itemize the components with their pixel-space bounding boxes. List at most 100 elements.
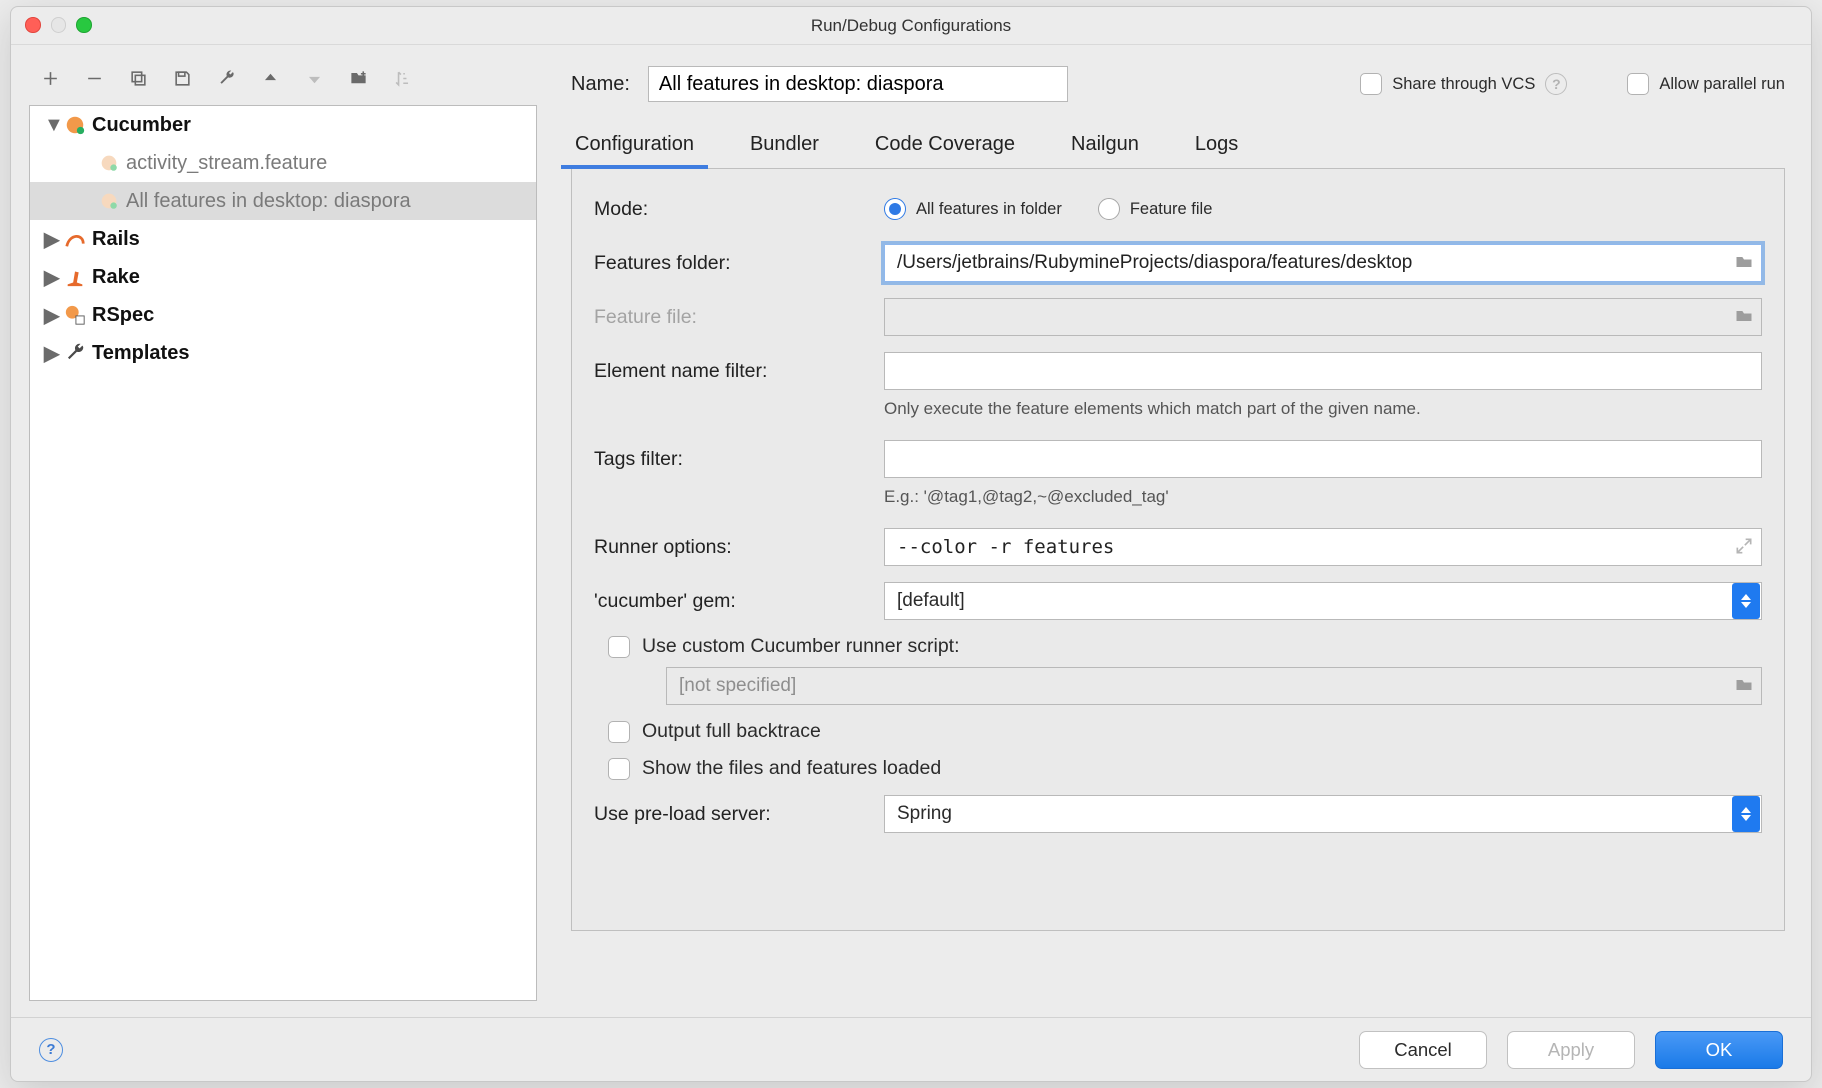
titlebar: Run/Debug Configurations bbox=[11, 7, 1811, 45]
move-down-icon[interactable] bbox=[303, 67, 325, 89]
features-folder-label: Features folder: bbox=[594, 252, 884, 275]
right-panel: Name: Share through VCS ? Allow parallel… bbox=[547, 45, 1811, 1017]
tab-bar: Configuration Bundler Code Coverage Nail… bbox=[571, 127, 1785, 169]
tree-node-rake[interactable]: ▶ Rake bbox=[30, 258, 536, 296]
tree-label: activity_stream.feature bbox=[126, 152, 327, 175]
select-arrows-icon bbox=[1732, 583, 1760, 619]
vertical-scrollbar[interactable] bbox=[1789, 99, 1807, 1007]
tab-bundler[interactable]: Bundler bbox=[746, 127, 823, 168]
chevron-right-icon: ▶ bbox=[44, 303, 58, 328]
select-arrows-icon bbox=[1732, 796, 1760, 832]
chevron-right-icon: ▶ bbox=[44, 265, 58, 290]
tree-node-cucumber[interactable]: ▼ Cucumber bbox=[30, 106, 536, 144]
share-vcs-label: Share through VCS bbox=[1392, 75, 1535, 94]
tree-node-rspec[interactable]: ▶ RSpec bbox=[30, 296, 536, 334]
wrench-icon bbox=[64, 342, 86, 364]
allow-parallel-checkbox[interactable]: Allow parallel run bbox=[1627, 73, 1785, 95]
config-tree[interactable]: ▼ Cucumber activity_stream.feature All f… bbox=[29, 105, 537, 1001]
feature-file-label: Feature file: bbox=[594, 306, 884, 329]
copy-icon[interactable] bbox=[127, 67, 149, 89]
output-backtrace-checkbox[interactable]: Output full backtrace bbox=[608, 720, 1762, 743]
tags-filter-label: Tags filter: bbox=[594, 448, 884, 471]
help-button[interactable]: ? bbox=[39, 1038, 63, 1062]
sort-icon[interactable] bbox=[391, 67, 413, 89]
browse-folder-icon[interactable] bbox=[1734, 252, 1754, 277]
apply-button[interactable]: Apply bbox=[1507, 1031, 1635, 1069]
save-icon[interactable] bbox=[171, 67, 193, 89]
checkbox-label: Use custom Cucumber runner script: bbox=[642, 635, 960, 658]
runner-options-label: Runner options: bbox=[594, 536, 884, 559]
browse-folder-icon bbox=[1734, 675, 1754, 700]
checkbox-label: Output full backtrace bbox=[642, 720, 821, 743]
traffic-lights bbox=[25, 17, 92, 33]
cancel-button[interactable]: Cancel bbox=[1359, 1031, 1487, 1069]
close-window-button[interactable] bbox=[25, 17, 41, 33]
tree-node-feature-1[interactable]: activity_stream.feature bbox=[30, 144, 536, 182]
allow-parallel-label: Allow parallel run bbox=[1659, 75, 1785, 94]
add-icon[interactable] bbox=[39, 67, 61, 89]
configuration-name-input[interactable] bbox=[648, 66, 1068, 102]
checkbox-icon bbox=[1627, 73, 1649, 95]
tree-node-templates[interactable]: ▶ Templates bbox=[30, 334, 536, 372]
runner-options-input[interactable] bbox=[884, 528, 1762, 566]
tags-filter-input[interactable] bbox=[884, 440, 1762, 478]
cucumber-gem-select[interactable]: [default] bbox=[884, 582, 1762, 620]
tab-configuration[interactable]: Configuration bbox=[571, 127, 698, 168]
mode-feature-file-radio[interactable]: Feature file bbox=[1098, 198, 1213, 220]
chevron-down-icon: ▼ bbox=[44, 114, 58, 137]
share-vcs-checkbox[interactable]: Share through VCS ? bbox=[1360, 73, 1567, 95]
tree-label: Cucumber bbox=[92, 114, 191, 137]
radio-label: Feature file bbox=[1130, 200, 1213, 219]
folder-plus-icon[interactable] bbox=[347, 67, 369, 89]
zoom-window-button[interactable] bbox=[76, 17, 92, 33]
dialog-footer: ? Cancel Apply OK bbox=[11, 1017, 1811, 1081]
chevron-right-icon: ▶ bbox=[44, 341, 58, 366]
tab-nailgun[interactable]: Nailgun bbox=[1067, 127, 1143, 168]
checkbox-icon bbox=[608, 636, 630, 658]
help-icon[interactable]: ? bbox=[1545, 73, 1567, 95]
chevron-right-icon: ▶ bbox=[44, 227, 58, 252]
wrench-icon[interactable] bbox=[215, 67, 237, 89]
select-value: [default] bbox=[897, 590, 965, 612]
tree-label: RSpec bbox=[92, 304, 154, 327]
use-custom-runner-checkbox[interactable]: Use custom Cucumber runner script: bbox=[608, 635, 1762, 658]
minimize-window-button[interactable] bbox=[51, 17, 67, 33]
element-filter-label: Element name filter: bbox=[594, 360, 884, 383]
tree-label: Templates bbox=[92, 342, 189, 365]
move-up-icon[interactable] bbox=[259, 67, 281, 89]
expand-icon[interactable] bbox=[1734, 536, 1754, 561]
radio-on-icon bbox=[884, 198, 906, 220]
feature-file-input bbox=[884, 298, 1762, 336]
tree-label: Rails bbox=[92, 228, 140, 251]
radio-label: All features in folder bbox=[916, 200, 1062, 219]
left-panel: ▼ Cucumber activity_stream.feature All f… bbox=[11, 45, 547, 1017]
checkbox-icon bbox=[608, 758, 630, 780]
tab-logs[interactable]: Logs bbox=[1191, 127, 1242, 168]
ok-button[interactable]: OK bbox=[1655, 1031, 1783, 1069]
element-filter-hint: Only execute the feature elements which … bbox=[884, 399, 1762, 419]
name-label: Name: bbox=[571, 73, 630, 96]
features-folder-input[interactable] bbox=[884, 244, 1762, 282]
show-files-checkbox[interactable]: Show the files and features loaded bbox=[608, 757, 1762, 780]
tags-filter-hint: E.g.: '@tag1,@tag2,~@excluded_tag' bbox=[884, 487, 1762, 507]
preload-server-select[interactable]: Spring bbox=[884, 795, 1762, 833]
rake-icon bbox=[64, 266, 86, 288]
element-filter-input[interactable] bbox=[884, 352, 1762, 390]
remove-icon[interactable] bbox=[83, 67, 105, 89]
checkbox-icon bbox=[1360, 73, 1382, 95]
radio-off-icon bbox=[1098, 198, 1120, 220]
cucumber-file-icon bbox=[98, 152, 120, 174]
checkbox-icon bbox=[608, 721, 630, 743]
configs-toolbar bbox=[29, 61, 537, 95]
cucumber-file-icon bbox=[98, 190, 120, 212]
window-title: Run/Debug Configurations bbox=[811, 16, 1011, 36]
tab-code-coverage[interactable]: Code Coverage bbox=[871, 127, 1019, 168]
mode-label: Mode: bbox=[594, 198, 884, 221]
mode-all-features-radio[interactable]: All features in folder bbox=[884, 198, 1062, 220]
tree-node-feature-2-selected[interactable]: All features in desktop: diaspora bbox=[30, 182, 536, 220]
tree-label: Rake bbox=[92, 266, 140, 289]
tree-node-rails[interactable]: ▶ Rails bbox=[30, 220, 536, 258]
tree-label: All features in desktop: diaspora bbox=[126, 190, 411, 213]
preload-server-label: Use pre-load server: bbox=[594, 803, 884, 826]
browse-folder-icon bbox=[1734, 306, 1754, 331]
